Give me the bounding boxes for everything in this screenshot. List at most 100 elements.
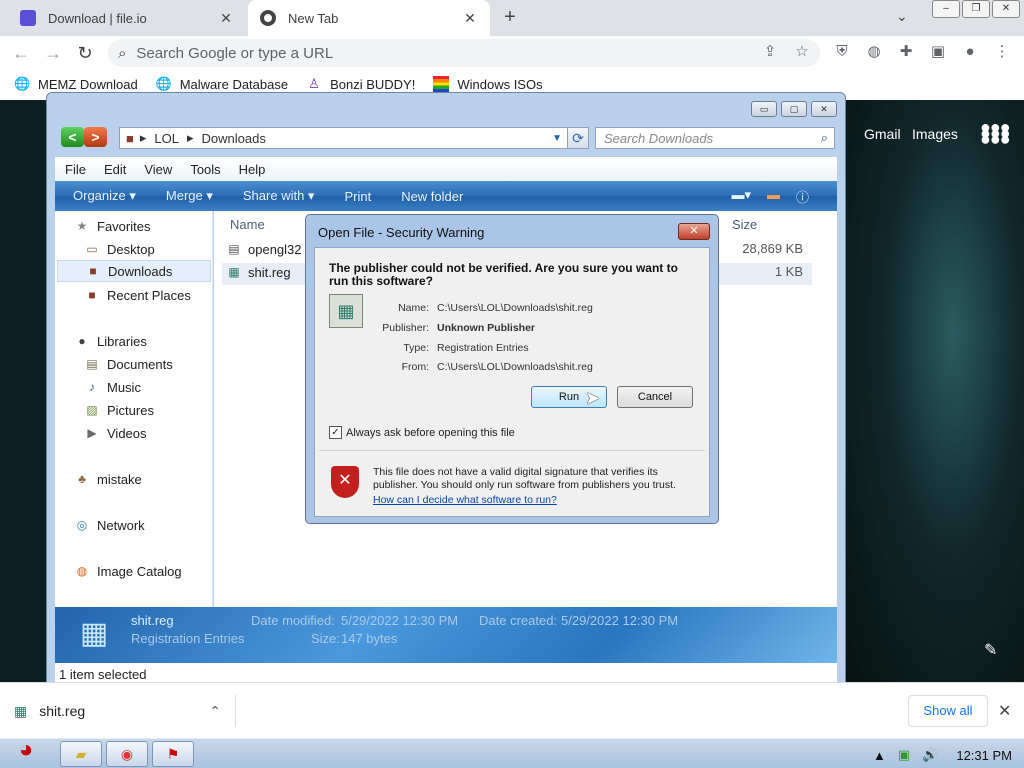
mouse-cursor-icon: ➤	[585, 388, 601, 408]
minimize-icon[interactable]: –	[932, 0, 960, 18]
help-link[interactable]: How can I decide what software to run?	[373, 494, 557, 506]
nav-downloads[interactable]: ■ Downloads	[57, 260, 211, 282]
menu-help[interactable]: Help	[239, 162, 266, 177]
profile-avatar-icon[interactable]: ●	[960, 42, 980, 62]
images-link[interactable]: Images	[912, 126, 958, 142]
organize-button[interactable]: Organize ▾	[73, 188, 136, 204]
extension-flag-icon[interactable]: ◍	[864, 42, 884, 62]
new-folder-button[interactable]: New folder	[401, 189, 463, 204]
nav-desktop[interactable]: ▭ Desktop	[83, 238, 154, 260]
nav-image-catalog[interactable]: ◍ Image Catalog	[73, 560, 182, 582]
field-value-from: C:\Users\LOL\Downloads\shit.reg	[437, 361, 593, 373]
nav-favorites[interactable]: ★ Favorites	[73, 215, 151, 237]
column-header-size[interactable]: Size	[732, 217, 757, 232]
new-tab-button[interactable]: +	[498, 6, 522, 30]
dialog-close-icon[interactable]: ✕	[678, 223, 710, 240]
preview-pane-icon[interactable]: ▬	[767, 187, 780, 206]
address-dropdown-icon[interactable]: ▼	[552, 133, 562, 144]
share-with-button[interactable]: Share with ▾	[243, 188, 315, 204]
always-ask-checkbox[interactable]: ✓ Always ask before opening this file	[329, 426, 515, 439]
reg-file-icon: ▦	[14, 702, 28, 719]
extensions-puzzle-icon[interactable]: ✚	[896, 42, 916, 62]
view-options-icon[interactable]: ▬▾	[731, 187, 751, 206]
bookmark-windows-isos[interactable]: Windows ISOs	[433, 76, 543, 92]
cancel-button[interactable]: Cancel	[617, 386, 693, 408]
acrobat-icon: ⚑	[166, 746, 180, 762]
bookmark-malware-database[interactable]: 🌐 Malware Database	[156, 76, 288, 92]
taskbar-explorer-button[interactable]: ▰	[60, 741, 102, 767]
nav-pictures[interactable]: ▨ Pictures	[83, 399, 154, 421]
help-icon[interactable]: ⓘ	[796, 187, 809, 206]
taskbar-chrome-button[interactable]: ◉	[106, 741, 148, 767]
print-button[interactable]: Print	[344, 189, 371, 204]
nav-documents[interactable]: ▤ Documents	[83, 353, 172, 375]
gmail-link[interactable]: Gmail	[864, 126, 901, 142]
details-date-created-label: Date created:	[479, 613, 558, 628]
forward-arrow-icon[interactable]: >	[84, 127, 107, 147]
minimize-icon[interactable]: ▭	[751, 101, 777, 117]
nav-recent-places[interactable]: ■ Recent Places	[83, 284, 191, 306]
close-downloads-bar-icon[interactable]: ✕	[998, 701, 1011, 721]
refresh-icon[interactable]: ⟳	[567, 127, 589, 149]
close-tab-icon[interactable]: ✕	[462, 10, 478, 27]
close-tab-icon[interactable]: ✕	[218, 10, 234, 27]
kebab-menu-icon[interactable]: ⋮	[992, 42, 1012, 62]
column-header-name[interactable]: Name	[230, 217, 265, 232]
customize-pencil-icon[interactable]: ✎	[984, 640, 997, 660]
libraries-icon: ●	[78, 334, 86, 348]
explorer-menu-bar: File Edit View Tools Help	[55, 157, 837, 181]
merge-button[interactable]: Merge ▾	[166, 188, 213, 204]
nav-videos[interactable]: ▶ Videos	[83, 422, 146, 444]
nav-mistake[interactable]: ♣ mistake	[73, 468, 142, 490]
network-status-icon[interactable]: ▣	[898, 747, 910, 763]
tab-search-chevron-icon[interactable]: ⌄	[896, 8, 908, 25]
nav-music[interactable]: ♪ Music	[83, 376, 141, 398]
bookmark-star-icon[interactable]: ☆	[792, 42, 812, 62]
command-bar-right: ▬▾ ▬ ⓘ	[731, 187, 825, 206]
restore-icon[interactable]: ❐	[962, 0, 990, 18]
breadcrumb-downloads[interactable]: Downloads	[202, 131, 266, 146]
omnibox[interactable]: ⌕ Search Google or type a URL	[108, 39, 820, 67]
tab-new-tab[interactable]: New Tab ✕	[248, 0, 490, 36]
forward-arrow-icon[interactable]: →	[42, 42, 64, 64]
explorer-search-input[interactable]: Search Downloads ⌕	[595, 127, 835, 149]
ublock-icon[interactable]: ⛨	[832, 42, 852, 62]
download-item[interactable]: ▦ shit.reg ⌃	[14, 695, 236, 727]
angry-bird-start-icon[interactable]: ◕	[2, 731, 50, 768]
maximize-icon[interactable]: ▢	[781, 101, 807, 117]
address-bar[interactable]: ■ ▸ LOL ▸ Downloads ▼	[119, 127, 571, 149]
nav-libraries[interactable]: ● Libraries	[73, 330, 146, 352]
reload-icon[interactable]: ↻	[74, 42, 96, 64]
side-panel-icon[interactable]: ▣	[928, 42, 948, 62]
close-window-icon[interactable]: ✕	[992, 0, 1020, 18]
nav-label: Recent Places	[107, 287, 191, 303]
share-icon[interactable]: ⇪	[760, 42, 780, 62]
tab-file-io[interactable]: Download | file.io ✕	[8, 0, 246, 36]
menu-tools[interactable]: Tools	[190, 162, 220, 177]
file-row[interactable]: ▦ shit.reg	[226, 262, 291, 282]
menu-file[interactable]: File	[65, 162, 86, 177]
bookmark-bonzi[interactable]: ♙ Bonzi BUDDY!	[306, 76, 415, 92]
breadcrumb-lol[interactable]: LOL	[154, 131, 179, 146]
nav-network[interactable]: ◎ Network	[73, 514, 145, 536]
checkbox-check-icon[interactable]: ✓	[329, 426, 342, 439]
field-label-from: From:	[401, 361, 429, 373]
back-arrow-icon[interactable]: ←	[10, 42, 32, 64]
volume-icon[interactable]: 🔊	[922, 747, 938, 763]
menu-view[interactable]: View	[144, 162, 172, 177]
tab-title: New Tab	[288, 10, 339, 26]
google-apps-icon[interactable]: ●●● ●●● ●●●	[980, 118, 1011, 148]
file-row[interactable]: ▤ opengl32	[226, 239, 302, 259]
file-name: shit.reg	[248, 264, 291, 280]
chrome-icon	[260, 10, 276, 26]
taskbar-acrobat-button[interactable]: ⚑	[152, 741, 194, 767]
file-name: opengl32	[248, 241, 302, 257]
close-window-icon[interactable]: ✕	[811, 101, 837, 117]
back-arrow-icon[interactable]: <	[61, 127, 84, 147]
menu-edit[interactable]: Edit	[104, 162, 126, 177]
clock[interactable]: 12:31 PM	[956, 748, 1012, 763]
tray-chevron-icon[interactable]: ▲	[873, 748, 886, 763]
bookmark-memz[interactable]: 🌐 MEMZ Download	[14, 76, 138, 92]
show-all-button[interactable]: Show all	[908, 695, 988, 727]
chevron-up-icon[interactable]: ⌃	[209, 703, 221, 720]
